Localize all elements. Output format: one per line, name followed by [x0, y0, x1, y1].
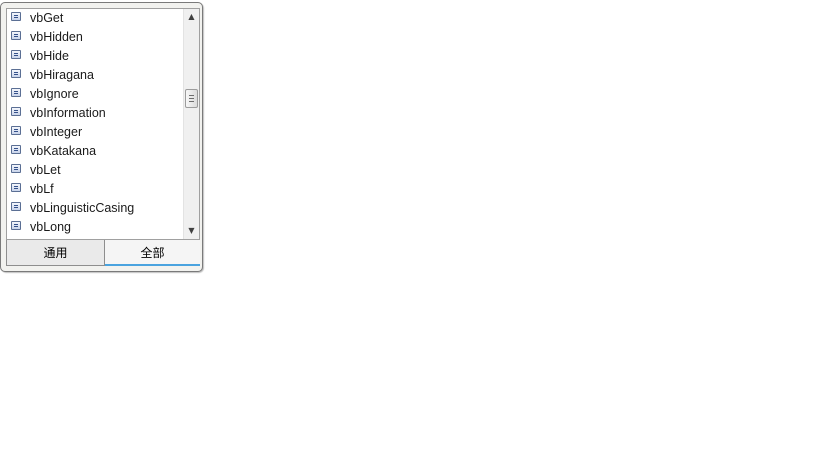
- list-item[interactable]: vbHiragana: [7, 66, 184, 85]
- list-item-label: vbInteger: [30, 125, 83, 139]
- enum-member-icon: [11, 126, 21, 135]
- grip-line: [189, 98, 194, 99]
- list-item-label: vbHidden: [30, 30, 83, 44]
- list-item[interactable]: vbKatakana: [7, 142, 184, 161]
- enum-member-icon: [11, 164, 21, 173]
- filter-tabs: 通用 全部: [6, 240, 200, 268]
- list-item[interactable]: vbInteger: [7, 123, 184, 142]
- list-item-label: vbLinguisticCasing: [30, 201, 135, 215]
- list-item-label: vbKatakana: [30, 144, 97, 158]
- grip-line: [189, 101, 194, 102]
- enum-member-icon: [11, 31, 21, 40]
- tab-all[interactable]: 全部: [105, 240, 200, 266]
- enum-member-icon: [11, 202, 21, 211]
- enum-member-icon: [11, 107, 21, 116]
- list-item[interactable]: vbIgnore: [7, 85, 184, 104]
- list-item-label: vbIgnore: [30, 87, 79, 101]
- list-item[interactable]: vbGet: [7, 9, 184, 28]
- completion-list-frame: vbGet vbHidden vbHide vbHiragana vbIgnor…: [6, 8, 200, 240]
- list-item-label: vbHide: [30, 49, 69, 63]
- list-item-label: vbHiragana: [30, 68, 94, 82]
- list-item[interactable]: vbHidden: [7, 28, 184, 47]
- enum-member-icon: [11, 12, 21, 21]
- enum-member-icon: [11, 69, 21, 78]
- grip-line: [189, 95, 194, 96]
- enum-member-icon: [11, 145, 21, 154]
- vertical-scrollbar[interactable]: ▲ ▼: [183, 9, 199, 239]
- list-item[interactable]: vbInformation: [7, 104, 184, 123]
- completion-list[interactable]: vbGet vbHidden vbHide vbHiragana vbIgnor…: [7, 9, 184, 239]
- scrollbar-thumb[interactable]: [185, 89, 198, 108]
- scroll-up-arrow-icon[interactable]: ▲: [184, 9, 199, 25]
- list-item[interactable]: vbLong: [7, 218, 184, 237]
- enum-member-icon: [11, 50, 21, 59]
- list-item-label: vbLong: [30, 220, 72, 234]
- intellisense-popup: vbGet vbHidden vbHide vbHiragana vbIgnor…: [0, 2, 203, 272]
- scroll-down-arrow-icon[interactable]: ▼: [184, 223, 199, 239]
- list-item-label: vbGet: [30, 11, 64, 25]
- list-item[interactable]: vbLf: [7, 180, 184, 199]
- list-item-label: vbLet: [30, 163, 61, 177]
- list-item[interactable]: vbLet: [7, 161, 184, 180]
- enum-member-icon: [11, 88, 21, 97]
- list-item-label: vbLf: [30, 182, 54, 196]
- list-item[interactable]: vbLinguisticCasing: [7, 199, 184, 218]
- enum-member-icon: [11, 183, 21, 192]
- enum-member-icon: [11, 221, 21, 230]
- tab-common[interactable]: 通用: [6, 240, 105, 266]
- list-item-label: vbInformation: [30, 106, 106, 120]
- list-item[interactable]: vbHide: [7, 47, 184, 66]
